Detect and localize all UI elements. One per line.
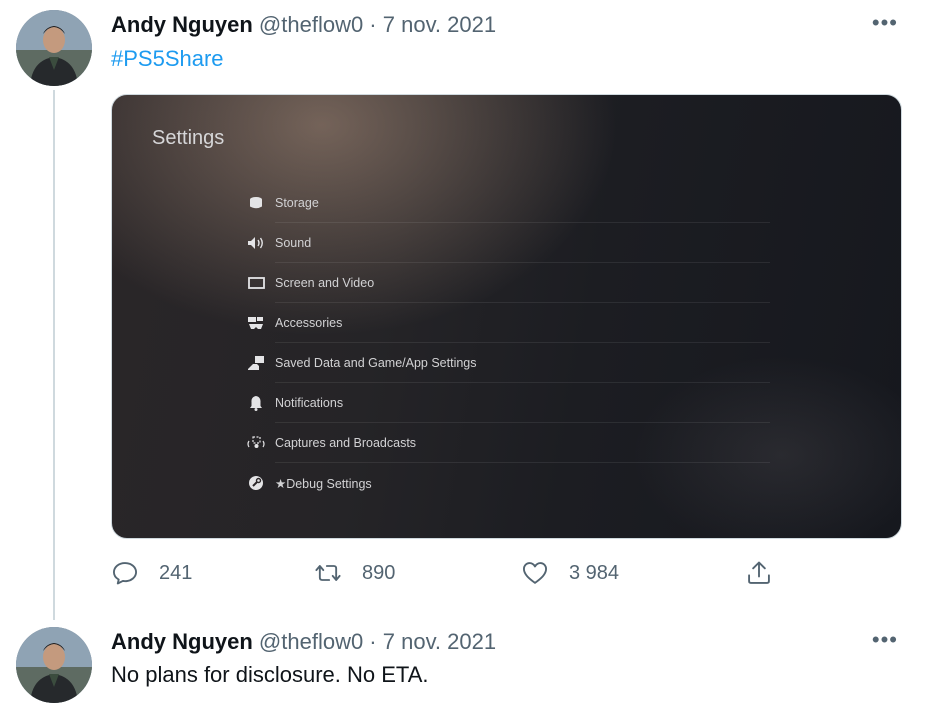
settings-item-saved-data: Saved Data and Game/App Settings bbox=[246, 343, 770, 383]
storage-icon bbox=[246, 195, 266, 211]
avatar[interactable] bbox=[16, 10, 92, 86]
author-meta[interactable]: @theflow0 · 7 nov. 2021 bbox=[259, 629, 496, 654]
screen-icon bbox=[246, 275, 266, 291]
settings-item-accessories: Accessories bbox=[246, 303, 770, 343]
settings-item-captures: Captures and Broadcasts bbox=[246, 423, 770, 463]
settings-item-label: Sound bbox=[275, 236, 312, 250]
settings-item-notifications: Notifications bbox=[246, 383, 770, 423]
avatar[interactable] bbox=[16, 627, 92, 703]
settings-item-label: Saved Data and Game/App Settings bbox=[275, 356, 477, 370]
settings-item-sound: Sound bbox=[246, 223, 770, 263]
author-meta[interactable]: @theflow0 · 7 nov. 2021 bbox=[259, 12, 496, 37]
settings-item-label: ★Debug Settings bbox=[275, 476, 372, 491]
tweet-header: Andy Nguyen @theflow0 · 7 nov. 2021 bbox=[111, 12, 496, 38]
tweet-actions: 241 890 3 984 bbox=[111, 559, 900, 589]
tweet-header: Andy Nguyen @theflow0 · 7 nov. 2021 bbox=[111, 629, 496, 655]
retweet-icon bbox=[315, 565, 341, 581]
like-count: 3 984 bbox=[569, 561, 620, 584]
accessories-icon bbox=[246, 315, 266, 331]
tweet-text: No plans for disclosure. No ETA. bbox=[111, 662, 429, 687]
hashtag-link[interactable]: #PS5Share bbox=[111, 46, 224, 72]
debug-icon bbox=[246, 475, 266, 491]
like-button[interactable]: 3 984 bbox=[521, 559, 619, 587]
more-icon[interactable]: ••• bbox=[872, 10, 898, 36]
share-button[interactable] bbox=[745, 559, 793, 587]
settings-item-label: Screen and Video bbox=[275, 276, 375, 290]
settings-list: Storage Sound Screen and Video Accessori… bbox=[246, 183, 770, 503]
reply-count: 241 bbox=[159, 561, 193, 584]
media-image[interactable]: Settings Storage Sound Screen and Video bbox=[111, 94, 902, 539]
settings-item-debug: ★Debug Settings bbox=[246, 463, 770, 503]
more-icon[interactable]: ••• bbox=[872, 627, 898, 653]
captures-icon bbox=[246, 435, 266, 451]
reply-icon bbox=[112, 562, 138, 585]
settings-title: Settings bbox=[152, 127, 225, 149]
settings-item-screen: Screen and Video bbox=[246, 263, 770, 303]
retweet-count: 890 bbox=[362, 561, 396, 584]
heart-icon bbox=[522, 562, 548, 584]
share-icon bbox=[748, 561, 770, 584]
author-name[interactable]: Andy Nguyen bbox=[111, 12, 253, 37]
settings-item-label: Accessories bbox=[275, 316, 343, 330]
author-name[interactable]: Andy Nguyen bbox=[111, 629, 253, 654]
bell-icon bbox=[246, 395, 266, 411]
settings-item-label: Storage bbox=[275, 196, 319, 210]
sound-icon bbox=[246, 235, 266, 251]
settings-item-label: Notifications bbox=[275, 396, 344, 410]
thread-line bbox=[53, 90, 55, 620]
retweet-button[interactable]: 890 bbox=[314, 559, 395, 587]
settings-item-label: Captures and Broadcasts bbox=[275, 436, 417, 450]
saved-data-icon bbox=[246, 355, 266, 371]
reply-button[interactable]: 241 bbox=[111, 559, 192, 587]
settings-item-storage: Storage bbox=[246, 183, 770, 223]
